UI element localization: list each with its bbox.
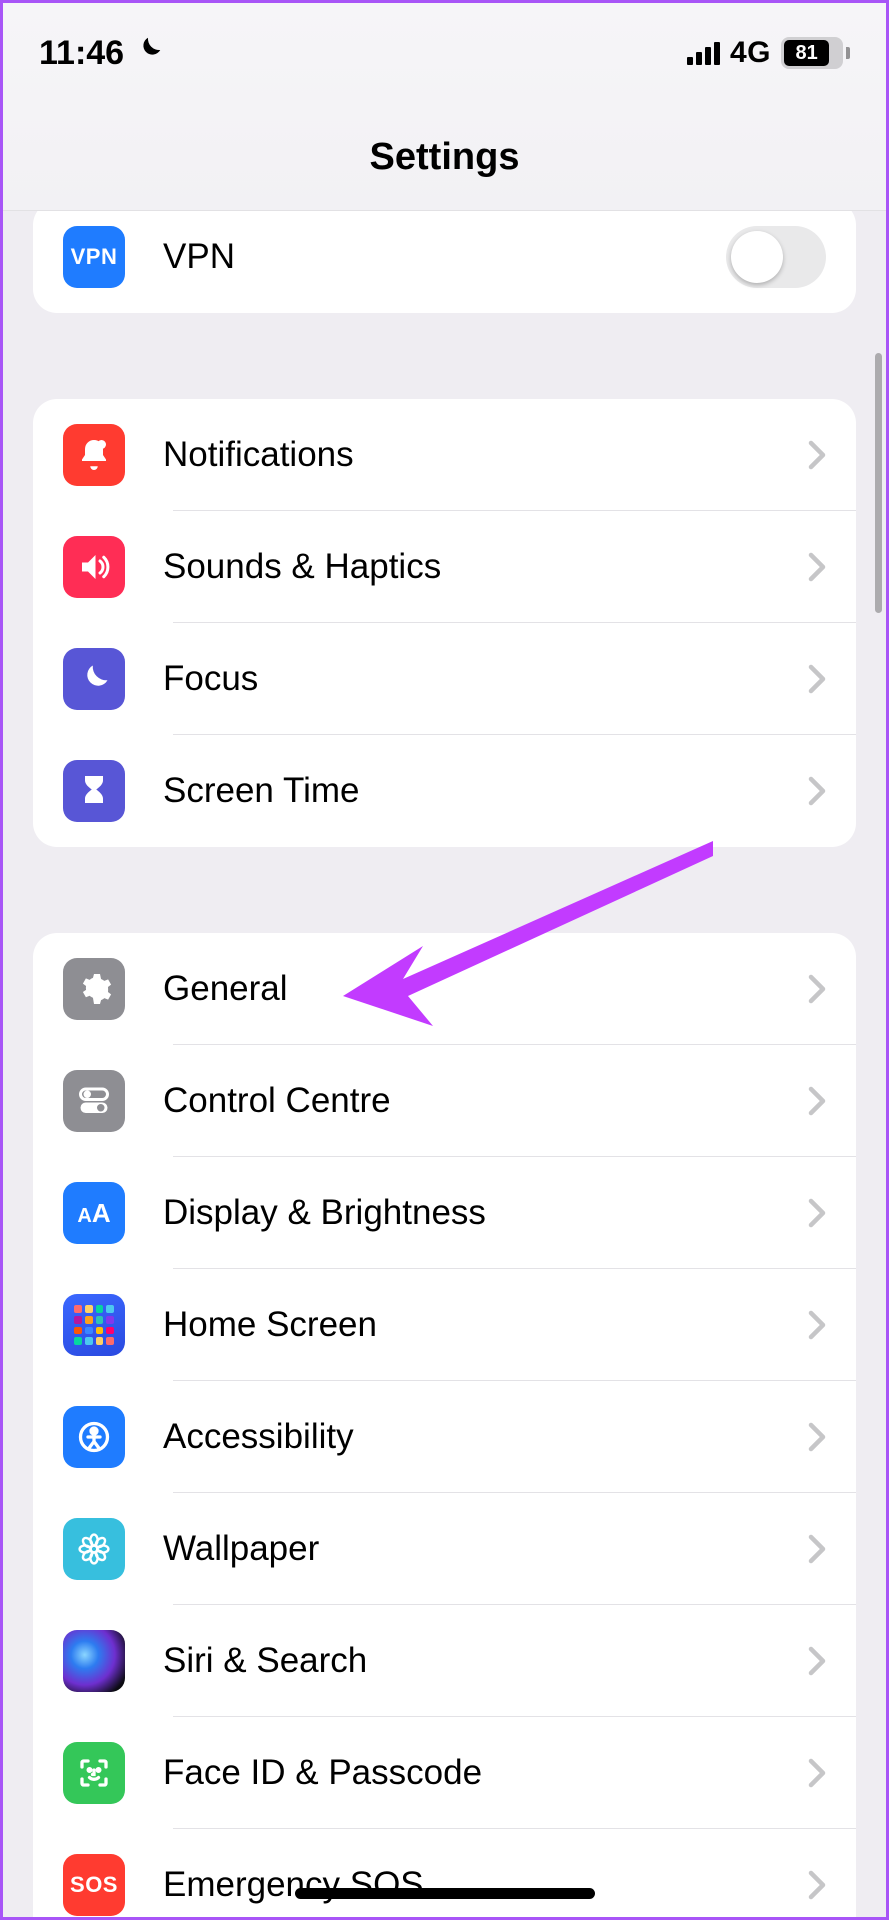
- battery-icon: 81: [781, 37, 850, 69]
- settings-row-label: Notifications: [163, 435, 808, 475]
- settings-row-siri[interactable]: Siri & Search: [33, 1605, 856, 1717]
- settings-row-focus[interactable]: Focus: [33, 623, 856, 735]
- page-title: Settings: [370, 136, 520, 179]
- settings-row-label: Control Centre: [163, 1081, 808, 1121]
- person-icon: [63, 1406, 125, 1468]
- settings-row-controlcentre[interactable]: Control Centre: [33, 1045, 856, 1157]
- status-bar: 11:46 4G 81: [3, 3, 886, 103]
- home-indicator[interactable]: [295, 1888, 595, 1899]
- settings-row-label: Display & Brightness: [163, 1193, 808, 1233]
- settings-list: VPN VPN Notifications Sounds & Haptics Focus…: [3, 211, 886, 1917]
- chevron-right-icon: [808, 1646, 826, 1676]
- chevron-right-icon: [808, 1422, 826, 1452]
- nav-bar: Settings: [3, 103, 886, 211]
- chevron-right-icon: [808, 1534, 826, 1564]
- vpn-toggle[interactable]: [726, 226, 826, 288]
- settings-row-label: Sounds & Haptics: [163, 547, 808, 587]
- dnd-moon-icon: [134, 34, 164, 73]
- siri-icon: [63, 1630, 125, 1692]
- aa-icon: AA: [63, 1182, 125, 1244]
- settings-row-label: Wallpaper: [163, 1529, 808, 1569]
- settings-row-label: General: [163, 969, 808, 1009]
- chevron-right-icon: [808, 1086, 826, 1116]
- status-time: 11:46: [39, 34, 124, 73]
- signal-icon: [687, 41, 720, 65]
- settings-row-display[interactable]: AA Display & Brightness: [33, 1157, 856, 1269]
- settings-row-wallpaper[interactable]: Wallpaper: [33, 1493, 856, 1605]
- chevron-right-icon: [808, 1758, 826, 1788]
- settings-row-notifications[interactable]: Notifications: [33, 399, 856, 511]
- settings-row-sounds[interactable]: Sounds & Haptics: [33, 511, 856, 623]
- settings-row-homescreen[interactable]: Home Screen: [33, 1269, 856, 1381]
- homegrid-icon: [63, 1294, 125, 1356]
- settings-row-vpn[interactable]: VPN VPN: [33, 201, 856, 313]
- settings-row-screentime[interactable]: Screen Time: [33, 735, 856, 847]
- settings-group: Notifications Sounds & Haptics Focus Screen…: [33, 399, 856, 847]
- flower-icon: [63, 1518, 125, 1580]
- hourglass-icon: [63, 760, 125, 822]
- chevron-right-icon: [808, 440, 826, 470]
- vpn-icon: VPN: [63, 226, 125, 288]
- settings-row-label: Focus: [163, 659, 808, 699]
- battery-percent: 81: [784, 40, 829, 66]
- chevron-right-icon: [808, 1198, 826, 1228]
- settings-row-label: Accessibility: [163, 1417, 808, 1457]
- speaker-icon: [63, 536, 125, 598]
- chevron-right-icon: [808, 1310, 826, 1340]
- network-type: 4G: [730, 36, 771, 70]
- chevron-right-icon: [808, 1870, 826, 1900]
- settings-row-label: Face ID & Passcode: [163, 1753, 808, 1793]
- settings-row-general[interactable]: General: [33, 933, 856, 1045]
- settings-group: VPN VPN: [33, 201, 856, 313]
- settings-group: General Control Centre AA Display & Brightn…: [33, 933, 856, 1920]
- moon-icon: [63, 648, 125, 710]
- settings-row-faceid[interactable]: Face ID & Passcode: [33, 1717, 856, 1829]
- settings-row-accessibility[interactable]: Accessibility: [33, 1381, 856, 1493]
- settings-row-label: Screen Time: [163, 771, 808, 811]
- chevron-right-icon: [808, 552, 826, 582]
- face-icon: [63, 1742, 125, 1804]
- settings-row-label: Emergency SOS: [163, 1865, 808, 1905]
- bell-icon: [63, 424, 125, 486]
- header: 11:46 4G 81 Settings: [3, 3, 886, 211]
- chevron-right-icon: [808, 776, 826, 806]
- chevron-right-icon: [808, 974, 826, 1004]
- scrollbar-thumb[interactable]: [875, 353, 882, 613]
- switches-icon: [63, 1070, 125, 1132]
- gear-icon: [63, 958, 125, 1020]
- sos-icon: SOS: [63, 1854, 125, 1916]
- settings-row-label: Home Screen: [163, 1305, 808, 1345]
- settings-row-sos[interactable]: SOS Emergency SOS: [33, 1829, 856, 1920]
- settings-row-label: VPN: [163, 237, 726, 277]
- chevron-right-icon: [808, 664, 826, 694]
- device-frame: 11:46 4G 81 Settings VPN VPN Notifications…: [0, 0, 889, 1920]
- settings-row-label: Siri & Search: [163, 1641, 808, 1681]
